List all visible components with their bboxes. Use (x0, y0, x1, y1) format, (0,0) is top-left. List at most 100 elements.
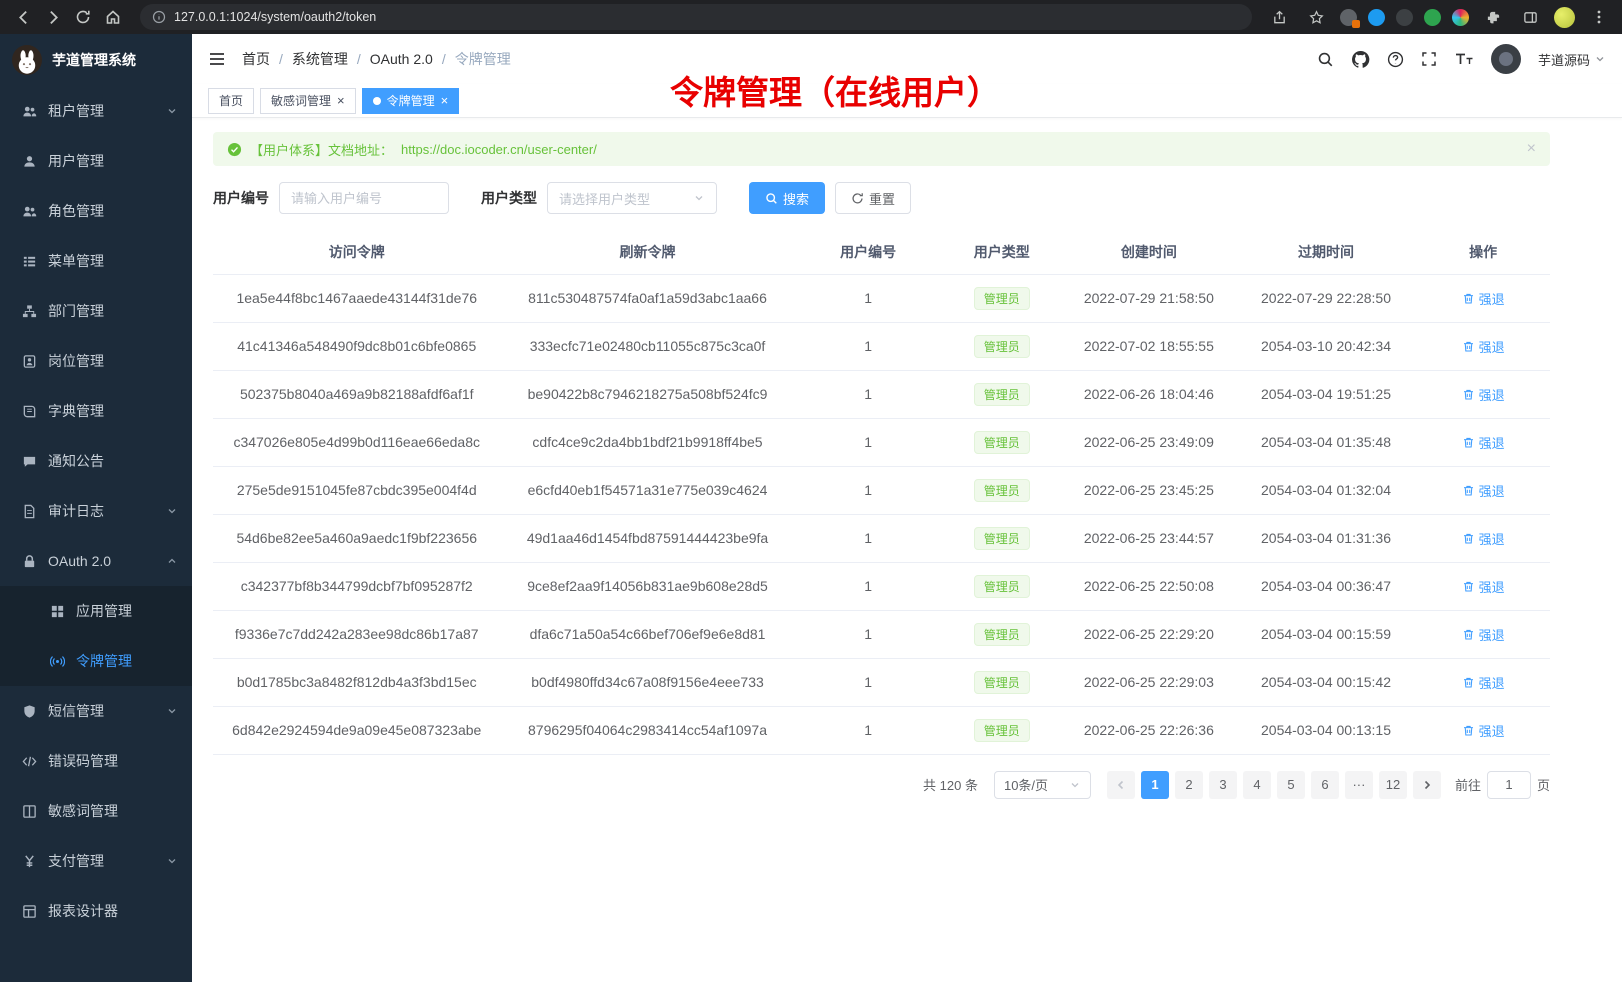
sidebar-item-oauth2-token[interactable]: 令牌管理 (0, 636, 192, 686)
sidebar-item-dept[interactable]: 部门管理 (0, 286, 192, 336)
extensions-puzzle-icon[interactable] (1480, 4, 1506, 30)
close-icon[interactable]: × (441, 94, 449, 107)
sidebar-item-audit-log[interactable]: 审计日志 (0, 486, 192, 536)
sidebar-item-sms[interactable]: 短信管理 (0, 686, 192, 736)
sidebar-item-sensitive-word[interactable]: 敏感词管理 (0, 786, 192, 836)
search-icon[interactable] (1317, 51, 1334, 68)
next-page-button[interactable] (1413, 771, 1441, 799)
extension-dark-icon[interactable] (1396, 9, 1413, 26)
user-avatar[interactable] (1491, 44, 1521, 74)
page-button-2[interactable]: 2 (1175, 771, 1203, 799)
force-logout-button[interactable]: 强退 (1462, 481, 1505, 500)
force-logout-button[interactable]: 强退 (1462, 433, 1505, 452)
app-logo[interactable]: 芋道管理系统 (0, 34, 192, 86)
home-button[interactable] (100, 4, 126, 30)
force-logout-button[interactable]: 强退 (1462, 721, 1505, 740)
page-button-5[interactable]: 5 (1277, 771, 1305, 799)
table-row: 54d6be82ee5a460a9aedc1f9bf223656 49d1aa4… (213, 514, 1550, 562)
page-size-select[interactable]: 10条/页 (994, 771, 1091, 799)
hamburger-icon[interactable] (208, 51, 226, 67)
user-id-input[interactable] (279, 182, 449, 214)
address-bar[interactable]: 127.0.0.1:1024/system/oauth2/token (140, 4, 1252, 30)
actions-cell: 强退 (1416, 610, 1550, 658)
sidebar-item-report-designer[interactable]: 报表设计器 (0, 886, 192, 936)
browser-profile-avatar[interactable] (1554, 7, 1575, 28)
pages-ellipsis-button[interactable]: ··· (1345, 771, 1373, 799)
breadcrumb-item[interactable]: 首页 (242, 49, 270, 69)
actions-cell: 强退 (1416, 370, 1550, 418)
force-logout-button[interactable]: 强退 (1462, 673, 1505, 692)
extension-blue-icon[interactable] (1368, 9, 1385, 26)
sidebar-item-label: 菜单管理 (48, 251, 104, 271)
extension-badged-icon[interactable] (1340, 9, 1357, 26)
share-icon[interactable] (1266, 4, 1292, 30)
sidebar-item-oauth2-app[interactable]: 应用管理 (0, 586, 192, 636)
sidebar-item-error-code[interactable]: 错误码管理 (0, 736, 192, 786)
sidebar-item-menu[interactable]: 菜单管理 (0, 236, 192, 286)
tab-home[interactable]: 首页 (208, 88, 254, 114)
username-menu[interactable]: 芋道源码 (1538, 50, 1606, 69)
reload-button[interactable] (70, 4, 96, 30)
table-row: b0d1785bc3a8482f812db4a3f3bd15ec b0df498… (213, 658, 1550, 706)
tab-token[interactable]: 令牌管理 × (362, 88, 460, 114)
sidebar-item-label: 部门管理 (48, 301, 104, 321)
extension-green-icon[interactable] (1424, 9, 1441, 26)
github-icon[interactable] (1351, 50, 1370, 69)
forward-button[interactable] (40, 4, 66, 30)
sidebar-item-oauth2[interactable]: OAuth 2.0 (0, 536, 192, 586)
prev-page-button[interactable] (1107, 771, 1135, 799)
create-time-cell: 2022-06-25 22:29:20 (1062, 610, 1236, 658)
page-button-4[interactable]: 4 (1243, 771, 1271, 799)
page-button-6[interactable]: 6 (1311, 771, 1339, 799)
sidebar-item-notice[interactable]: 通知公告 (0, 436, 192, 486)
goto-page-input[interactable] (1487, 771, 1531, 799)
create-time-cell: 2022-07-02 18:55:55 (1062, 322, 1236, 370)
browser-menu-kebab-icon[interactable] (1586, 4, 1612, 30)
force-logout-button[interactable]: 强退 (1462, 385, 1505, 404)
user-id-cell: 1 (795, 658, 942, 706)
close-icon[interactable]: × (1527, 141, 1536, 157)
page-button-1[interactable]: 1 (1141, 771, 1169, 799)
site-info-icon[interactable] (152, 10, 166, 24)
page-buttons: 123456···12 (1141, 771, 1407, 799)
force-logout-button[interactable]: 强退 (1462, 337, 1505, 356)
user-type-select[interactable]: 请选择用户类型 (547, 182, 717, 214)
breadcrumb-item[interactable]: OAuth 2.0 (370, 51, 433, 67)
user-type-cell: 管理员 (942, 514, 1062, 562)
sidebar-item-label: 通知公告 (48, 451, 104, 471)
force-logout-button[interactable]: 强退 (1462, 625, 1505, 644)
fullscreen-icon[interactable] (1421, 51, 1437, 67)
create-time-cell: 2022-06-25 23:45:25 (1062, 466, 1236, 514)
help-icon[interactable] (1387, 51, 1404, 68)
sidebar-item-role[interactable]: 角色管理 (0, 186, 192, 236)
force-logout-button[interactable]: 强退 (1462, 577, 1505, 596)
column-header: 操作 (1416, 230, 1550, 274)
page-button-3[interactable]: 3 (1209, 771, 1237, 799)
force-logout-button[interactable]: 强退 (1462, 289, 1505, 308)
force-logout-icon (1462, 484, 1475, 497)
side-panel-icon[interactable] (1517, 4, 1543, 30)
sidebar-item-user[interactable]: 用户管理 (0, 136, 192, 186)
pagination: 共 120 条 10条/页 123456···12 前往 页 (213, 771, 1550, 799)
extension-colorful-icon[interactable] (1452, 9, 1469, 26)
back-button[interactable] (10, 4, 36, 30)
close-icon[interactable]: × (337, 94, 345, 107)
bookmark-star-icon[interactable] (1303, 4, 1329, 30)
access-token-cell: 54d6be82ee5a460a9aedc1f9bf223656 (213, 514, 500, 562)
sidebar-item-post[interactable]: 岗位管理 (0, 336, 192, 386)
sidebar-item-dict[interactable]: 字典管理 (0, 386, 192, 436)
page-button-12[interactable]: 12 (1379, 771, 1407, 799)
search-button[interactable]: 搜索 (749, 182, 825, 214)
doc-link[interactable]: https://doc.iocoder.cn/user-center/ (401, 142, 597, 157)
access-token-cell: f9336e7c7dd242a283ee98dc86b17a87 (213, 610, 500, 658)
user-type-cell: 管理员 (942, 562, 1062, 610)
user-type-cell: 管理员 (942, 322, 1062, 370)
force-logout-button[interactable]: 强退 (1462, 529, 1505, 548)
tab-sensitive-word[interactable]: 敏感词管理 × (260, 88, 356, 114)
active-dot (373, 97, 381, 105)
font-size-icon[interactable] (1454, 51, 1474, 67)
reset-button[interactable]: 重置 (835, 182, 911, 214)
breadcrumb-item[interactable]: 系统管理 (292, 49, 348, 69)
sidebar-item-tenant[interactable]: 租户管理 (0, 86, 192, 136)
sidebar-item-pay[interactable]: 支付管理 (0, 836, 192, 886)
